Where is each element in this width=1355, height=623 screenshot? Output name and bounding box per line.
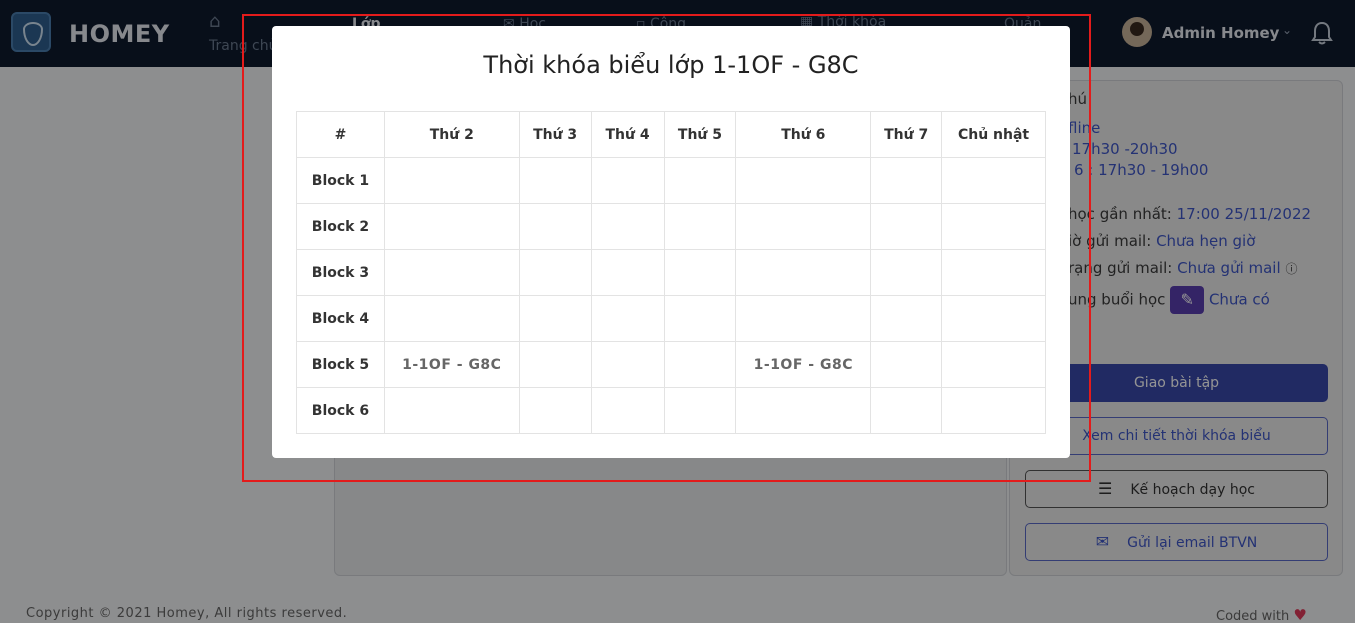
highlight-box (242, 14, 1091, 482)
